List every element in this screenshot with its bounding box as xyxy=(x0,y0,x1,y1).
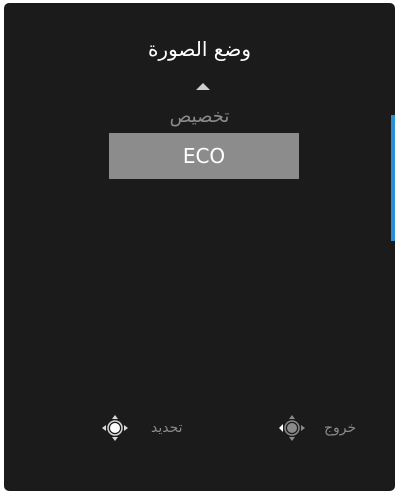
menu-option-custom[interactable]: تخصيص xyxy=(4,106,395,127)
footer-select-label: تحديد xyxy=(151,420,183,436)
joystick-press-icon xyxy=(102,415,128,441)
osd-panel: وضع الصورة تخصيص ECO تحديد خروج xyxy=(4,3,395,491)
footer-exit[interactable]: خروج xyxy=(278,414,356,442)
menu-option-eco[interactable]: ECO xyxy=(109,133,299,179)
joystick-left-icon xyxy=(279,415,305,441)
scroll-indicator xyxy=(391,115,395,241)
up-arrow-icon[interactable] xyxy=(196,83,210,90)
footer-exit-label: خروج xyxy=(324,420,357,436)
footer-select[interactable]: تحديد xyxy=(101,414,183,442)
menu-title: وضع الصورة xyxy=(147,37,252,61)
